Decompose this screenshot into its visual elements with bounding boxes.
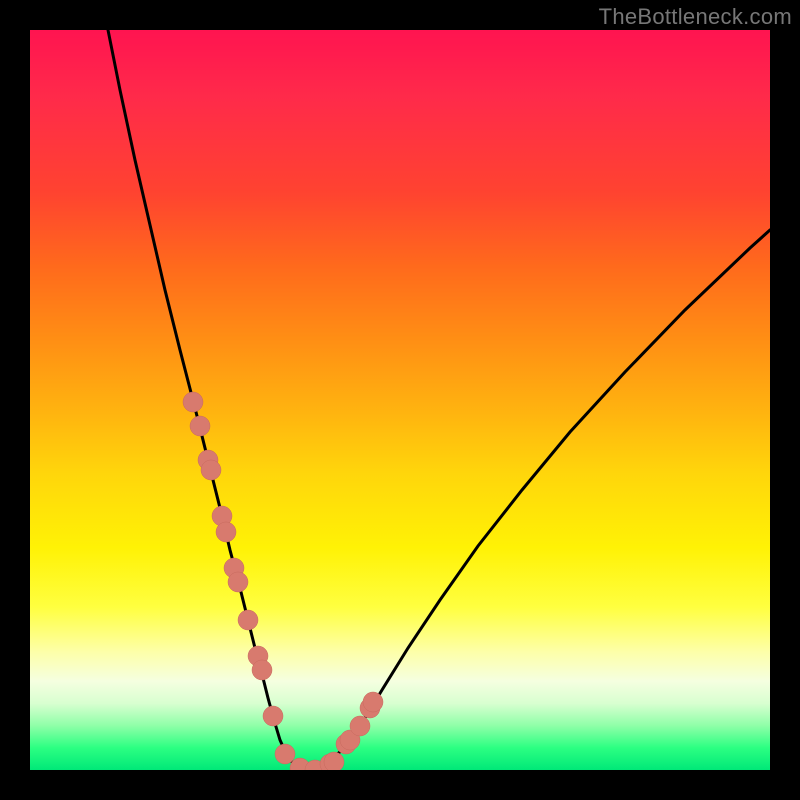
outer-frame: TheBottleneck.com [0,0,800,800]
curve-marker [263,706,283,726]
bottleneck-curve [108,30,770,770]
curve-layer [30,30,770,770]
curve-marker [252,660,272,680]
curve-marker [190,416,210,436]
curve-marker [324,752,344,770]
watermark-text: TheBottleneck.com [599,4,792,30]
curve-marker [228,572,248,592]
curve-marker [350,716,370,736]
curve-marker [183,392,203,412]
curve-marker [363,692,383,712]
marker-group [183,392,383,770]
curve-marker [201,460,221,480]
curve-marker [275,744,295,764]
curve-marker [238,610,258,630]
curve-marker [216,522,236,542]
plot-area [30,30,770,770]
